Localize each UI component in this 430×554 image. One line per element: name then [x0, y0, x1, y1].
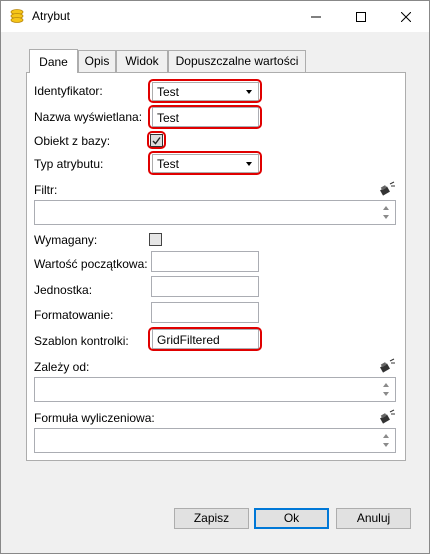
edit-expression-icon[interactable] — [379, 409, 397, 425]
window-title: Atrybut — [32, 9, 71, 23]
nazwa-label: Nazwa wyświetlana: — [34, 110, 143, 124]
zalezy-label: Zależy od: — [34, 360, 90, 374]
filtr-scrollbar[interactable] — [379, 202, 394, 223]
scroll-up-icon[interactable] — [383, 383, 389, 387]
wymagany-checkbox[interactable] — [149, 233, 162, 246]
minimize-icon — [311, 16, 321, 17]
scroll-up-icon[interactable] — [383, 434, 389, 438]
wartosc-label: Wartość początkowa: — [34, 257, 148, 271]
close-icon — [401, 11, 411, 22]
coins-icon — [10, 9, 24, 23]
dialog-window: Atrybut Dane Opis Widok Dopuszczalne war… — [0, 0, 430, 554]
close-button[interactable] — [383, 1, 429, 32]
tab-widok[interactable]: Widok — [116, 50, 168, 73]
save-button[interactable]: Zapisz — [174, 508, 249, 529]
identyfikator-label: Identyfikator: — [34, 84, 103, 98]
title-bar[interactable]: Atrybut — [1, 1, 429, 32]
tab-dopuszczalne-wartosci[interactable]: Dopuszczalne wartości — [168, 50, 306, 73]
jednostka-label: Jednostka: — [34, 283, 93, 297]
filtr-input[interactable] — [34, 200, 396, 225]
scroll-down-icon[interactable] — [383, 392, 389, 396]
highlight-szablon — [148, 327, 262, 351]
zalezy-input[interactable] — [34, 377, 396, 402]
cancel-button[interactable]: Anuluj — [336, 508, 411, 529]
highlight-identyfikator — [148, 79, 262, 103]
wartosc-input[interactable] — [151, 251, 259, 272]
filtr-label: Filtr: — [34, 183, 58, 197]
formatowanie-input[interactable] — [151, 302, 259, 323]
tab-dane[interactable]: Dane — [29, 49, 78, 73]
typ-label: Typ atrybutu: — [34, 157, 104, 171]
jednostka-input[interactable] — [151, 276, 259, 297]
tab-opis[interactable]: Opis — [78, 50, 116, 73]
edit-expression-icon[interactable] — [379, 358, 397, 374]
scroll-down-icon[interactable] — [383, 443, 389, 447]
obiekt-label: Obiekt z bazy: — [34, 134, 111, 148]
minimize-button[interactable] — [293, 1, 339, 32]
highlight-nazwa — [148, 105, 262, 129]
maximize-button[interactable] — [338, 1, 384, 32]
formula-scrollbar[interactable] — [379, 430, 394, 451]
formula-label: Formuła wyliczeniowa: — [34, 411, 155, 425]
ok-button[interactable]: Ok — [254, 508, 329, 529]
wymagany-label: Wymagany: — [34, 233, 98, 247]
edit-expression-icon[interactable] — [379, 181, 397, 197]
maximize-icon — [356, 11, 366, 22]
formula-input[interactable] — [34, 428, 396, 453]
scroll-up-icon[interactable] — [383, 206, 389, 210]
scroll-down-icon[interactable] — [383, 215, 389, 219]
highlight-typ — [148, 151, 262, 175]
formatowanie-label: Formatowanie: — [34, 308, 114, 322]
zalezy-scrollbar[interactable] — [379, 379, 394, 400]
szablon-label: Szablon kontrolki: — [34, 334, 129, 348]
highlight-obiekt — [147, 131, 166, 149]
